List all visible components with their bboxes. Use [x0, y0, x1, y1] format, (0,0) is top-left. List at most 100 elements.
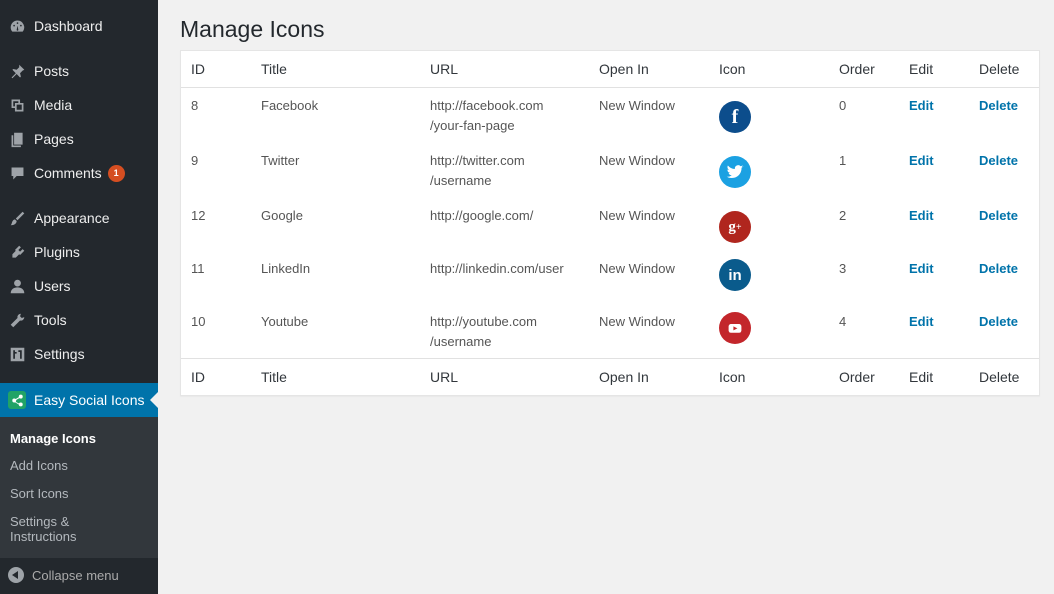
cell-url-line1: http://facebook.com [430, 98, 544, 113]
submenu-item-add-icons[interactable]: Add Icons [10, 458, 150, 473]
sidebar-item-tools[interactable]: Tools [0, 303, 158, 337]
column-footer-title[interactable]: Title [261, 369, 287, 385]
sidebar-item-plugins[interactable]: Plugins [0, 235, 158, 269]
page-title: Manage Icons [180, 16, 325, 42]
delete-link[interactable]: Delete [979, 151, 1018, 171]
edit-link[interactable]: Edit [909, 312, 934, 332]
linkedin-icon: in [719, 259, 751, 291]
edit-link[interactable]: Edit [909, 96, 934, 116]
column-footer-edit[interactable]: Edit [909, 369, 933, 385]
sidebar-item-label: Comments [34, 165, 102, 181]
facebook-icon: f [719, 101, 751, 133]
cell-title: Twitter [261, 153, 300, 168]
column-header-delete[interactable]: Delete [979, 61, 1019, 77]
youtube-icon [719, 312, 751, 344]
user-icon [7, 276, 27, 296]
edit-link[interactable]: Edit [909, 259, 934, 279]
cell-title: Facebook [261, 98, 319, 113]
sidebar-item-label: Dashboard [34, 18, 103, 34]
column-footer-icon[interactable]: Icon [719, 369, 745, 385]
cell-url-line2: /your-fan-page [430, 118, 515, 133]
twitter-icon [719, 156, 751, 188]
admin-sidebar: Dashboard Posts Media Pages Comments 1 A… [0, 0, 158, 594]
cell-order: 2 [839, 208, 847, 223]
column-header-url[interactable]: URL [430, 61, 458, 77]
cell-url-line1: http://linkedin.com/user [430, 261, 564, 276]
google-plus-icon: g + [719, 211, 751, 243]
current-menu-arrow [150, 392, 158, 408]
delete-link[interactable]: Delete [979, 259, 1018, 279]
submenu-item-settings-instructions[interactable]: Settings & Instructions [10, 514, 90, 544]
sidebar-item-label: Posts [34, 63, 70, 79]
cell-url-line1: http://twitter.com [430, 153, 525, 168]
cell-order: 3 [839, 261, 847, 276]
column-footer-open-in[interactable]: Open In [599, 369, 649, 385]
submenu-item-sort-icons[interactable]: Sort Icons [10, 486, 150, 501]
column-header-edit[interactable]: Edit [909, 61, 933, 77]
column-footer-url[interactable]: URL [430, 369, 458, 385]
collapse-menu-button[interactable]: Collapse menu [0, 558, 158, 592]
cell-url-line2: /username [430, 334, 492, 349]
collapse-menu-label: Collapse menu [32, 567, 119, 583]
sidebar-item-label: Tools [34, 312, 67, 328]
column-header-title[interactable]: Title [261, 61, 287, 77]
sidebar-item-media[interactable]: Media [0, 88, 158, 122]
sidebar-item-comments[interactable]: Comments 1 [0, 156, 158, 190]
cell-id: 10 [191, 314, 206, 329]
submenu-item-manage-icons[interactable]: Manage Icons [10, 431, 150, 446]
sidebar-item-label: Users [34, 278, 71, 294]
share-icon [8, 391, 26, 409]
column-header-open-in[interactable]: Open In [599, 61, 649, 77]
cell-open-in: New Window [599, 208, 675, 223]
sidebar-item-label: Media [34, 97, 73, 113]
delete-link[interactable]: Delete [979, 206, 1018, 226]
table-header: ID Title URL Open In Icon Order Edit Del… [181, 51, 1039, 88]
collapse-arrow-icon [8, 567, 24, 583]
sidebar-item-appearance[interactable]: Appearance [0, 201, 158, 235]
sidebar-item-posts[interactable]: Posts [0, 54, 158, 88]
column-header-id[interactable]: ID [191, 61, 205, 77]
column-footer-order[interactable]: Order [839, 369, 875, 385]
cell-open-in: New Window [599, 153, 675, 168]
sidebar-item-settings[interactable]: Settings [0, 337, 158, 371]
cell-url-line2: /username [430, 173, 492, 188]
edit-link[interactable]: Edit [909, 151, 934, 171]
comment-count-badge: 1 [107, 164, 125, 182]
cell-open-in: New Window [599, 98, 675, 113]
cell-open-in: New Window [599, 261, 675, 276]
table-footer: ID Title URL Open In Icon Order Edit Del… [181, 358, 1039, 395]
media-icon [7, 95, 27, 115]
column-header-order[interactable]: Order [839, 61, 875, 77]
column-footer-delete[interactable]: Delete [979, 369, 1019, 385]
column-footer-id[interactable]: ID [191, 369, 205, 385]
cell-title: Google [261, 208, 303, 223]
column-header-icon[interactable]: Icon [719, 61, 745, 77]
cell-title: LinkedIn [261, 261, 311, 276]
sidebar-item-dashboard[interactable]: Dashboard [0, 9, 158, 43]
delete-link[interactable]: Delete [979, 96, 1018, 116]
easy-social-icons-submenu: Manage Icons Add Icons Sort Icons Settin… [0, 417, 158, 558]
sidebar-item-label: Pages [34, 131, 74, 147]
icons-table: ID Title URL Open In Icon Order Edit Del… [180, 50, 1040, 396]
paintbrush-icon [7, 208, 27, 228]
cell-order: 0 [839, 98, 847, 113]
wrench-icon [7, 310, 27, 330]
dashboard-icon [7, 16, 27, 36]
edit-link[interactable]: Edit [909, 206, 934, 226]
cell-url-line1: http://google.com/ [430, 208, 534, 223]
sidebar-item-pages[interactable]: Pages [0, 122, 158, 156]
pages-icon [7, 129, 27, 149]
cell-id: 8 [191, 98, 199, 113]
cell-title: Youtube [261, 314, 309, 329]
sidebar-item-label: Appearance [34, 210, 110, 226]
delete-link[interactable]: Delete [979, 312, 1018, 332]
sidebar-item-users[interactable]: Users [0, 269, 158, 303]
sidebar-item-label: Settings [34, 346, 85, 362]
cell-id: 11 [191, 261, 205, 276]
plugin-icon [7, 242, 27, 262]
sidebar-item-easy-social-icons[interactable]: Easy Social Icons [0, 383, 158, 417]
comment-icon [7, 163, 27, 183]
cell-id: 9 [191, 153, 199, 168]
sidebar-item-label: Plugins [34, 244, 80, 260]
settings-icon [7, 344, 27, 364]
